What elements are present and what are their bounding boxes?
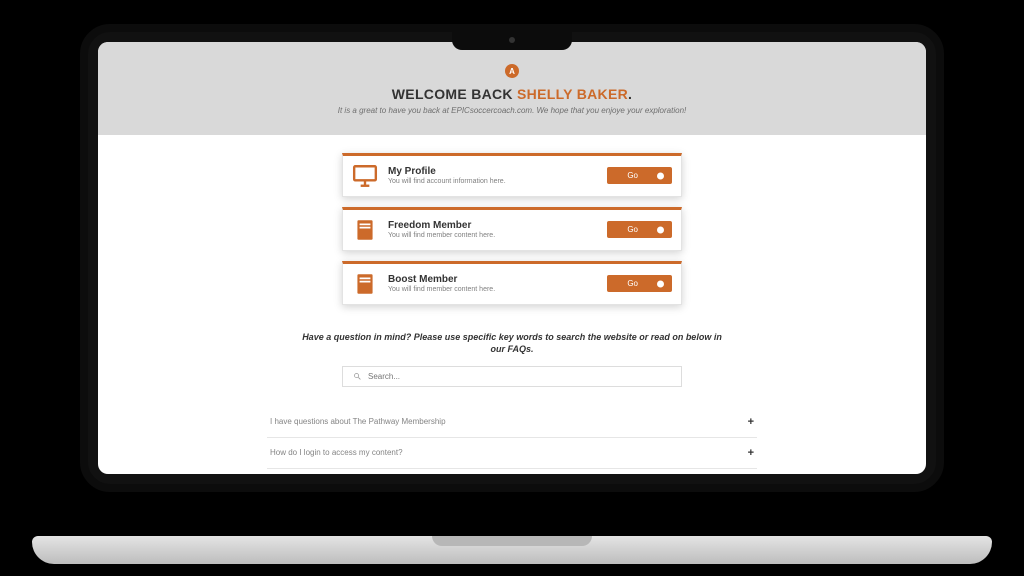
laptop-base: [32, 536, 992, 564]
faq-item[interactable]: I have questions about The Pathway Membe…: [267, 407, 757, 438]
welcome-suffix: .: [628, 86, 632, 102]
go-button[interactable]: Go: [607, 275, 672, 292]
go-button-label: Go: [627, 279, 638, 288]
go-button-label: Go: [627, 225, 638, 234]
welcome-prefix: WELCOME BACK: [392, 86, 517, 102]
card-boost-member[interactable]: Boost Member You will find member conten…: [342, 261, 682, 305]
plus-icon: +: [748, 416, 754, 428]
laptop-lid: A WELCOME BACK SHELLY BAKER. It is a gre…: [80, 24, 944, 492]
faq-list: I have questions about The Pathway Membe…: [267, 407, 757, 469]
card-title: Boost Member: [388, 274, 597, 285]
card-desc: You will find member content here.: [388, 286, 597, 293]
card-desc: You will find account information here.: [388, 178, 597, 185]
card-title: My Profile: [388, 166, 597, 177]
dashboard-cards: My Profile You will find account informa…: [98, 135, 926, 315]
go-button-label: Go: [627, 171, 638, 180]
camera-icon: [509, 37, 515, 43]
book-icon: [352, 271, 378, 297]
go-button[interactable]: Go: [607, 221, 672, 238]
faq-item[interactable]: How do I login to access my content? +: [267, 438, 757, 469]
monitor-icon: [352, 163, 378, 189]
faq-question: I have questions about The Pathway Membe…: [270, 417, 446, 426]
faq-lead-text: Have a question in mind? Please use spec…: [98, 315, 926, 356]
faq-question: How do I login to access my content?: [270, 448, 403, 457]
card-my-profile[interactable]: My Profile You will find account informa…: [342, 153, 682, 197]
welcome-hero: A WELCOME BACK SHELLY BAKER. It is a gre…: [98, 42, 926, 135]
card-text: Boost Member You will find member conten…: [388, 274, 597, 293]
laptop-base-notch: [432, 536, 592, 546]
card-title: Freedom Member: [388, 220, 597, 231]
card-text: Freedom Member You will find member cont…: [388, 220, 597, 239]
screen: A WELCOME BACK SHELLY BAKER. It is a gre…: [98, 42, 926, 474]
laptop-mockup: A WELCOME BACK SHELLY BAKER. It is a gre…: [80, 24, 944, 544]
welcome-subtitle: It is a great to have you back at EPICso…: [138, 106, 886, 117]
brand-badge-icon: A: [505, 64, 519, 78]
search-input[interactable]: [342, 366, 682, 387]
card-freedom-member[interactable]: Freedom Member You will find member cont…: [342, 207, 682, 251]
go-button[interactable]: Go: [607, 167, 672, 184]
book-icon: [352, 217, 378, 243]
card-desc: You will find member content here.: [388, 232, 597, 239]
welcome-heading: WELCOME BACK SHELLY BAKER.: [138, 86, 886, 102]
plus-icon: +: [748, 447, 754, 459]
search-field[interactable]: [368, 372, 671, 381]
card-text: My Profile You will find account informa…: [388, 166, 597, 185]
search-icon: [353, 372, 362, 381]
welcome-user-name: SHELLY BAKER: [517, 86, 628, 102]
